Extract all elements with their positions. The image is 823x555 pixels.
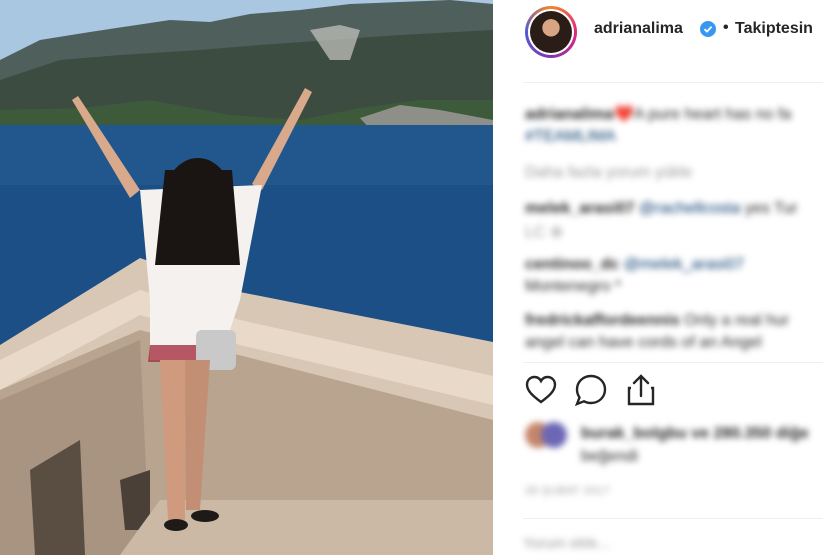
share-upload-icon[interactable]	[623, 372, 659, 408]
header-divider	[523, 82, 823, 83]
action-bar	[523, 372, 823, 416]
follow-separator: •	[723, 19, 729, 36]
likes-count: burak_bolgbu ve 280.350 diğe	[581, 425, 809, 442]
post-date: 28 ŞUBAT 2017	[525, 485, 610, 497]
username-link[interactable]: adrianalima	[594, 20, 683, 38]
comment-bubble-icon[interactable]	[573, 372, 609, 408]
avatar-ring-inner	[528, 9, 574, 55]
post-header: adrianalima • Takiptesin	[493, 0, 823, 68]
add-comment-input[interactable]: Yorum ekle...	[523, 535, 610, 552]
comment-username[interactable]: melek_arasi07	[525, 200, 634, 217]
likes-text-line2: beğendi	[581, 448, 638, 465]
load-more-comments[interactable]: Daha fazla yorum yükle	[525, 164, 692, 182]
caption-hashtag[interactable]: #TEAMLIMA	[525, 128, 616, 146]
footer-divider	[523, 518, 823, 519]
post-sidebar: adrianalima • Takiptesin adrianalima❤️A …	[493, 0, 823, 555]
comment-mention[interactable]: @rachellcosta	[639, 200, 741, 217]
caption: adrianalima❤️A pure heart has no fa	[525, 104, 791, 124]
caption-username[interactable]: adrianalima	[525, 106, 614, 123]
following-button[interactable]: Takiptesin	[735, 20, 813, 38]
post-photo[interactable]	[0, 0, 493, 555]
actions-divider	[523, 362, 823, 363]
caption-text: ❤️A pure heart has no fa	[613, 106, 792, 123]
post-photo-scene	[0, 0, 493, 555]
comment-username[interactable]: centinoo_dc	[525, 256, 619, 273]
heart-icon[interactable]	[523, 372, 559, 408]
comment-1-meta: LC ⊕	[525, 224, 564, 241]
comment-2: centinoo_dc @melek_arasi07	[525, 256, 744, 274]
comment-text: Only a real hur	[679, 312, 790, 329]
comment-username[interactable]: fredrickaffordeennis	[525, 312, 680, 329]
likes-summary[interactable]: burak_bolgbu ve 280.350 diğe beğendi	[523, 420, 823, 470]
comment-2-subline: Montenegro *	[525, 278, 622, 295]
comment-3-subline: angel can have cords of an Angel	[525, 334, 762, 351]
verified-badge-icon	[700, 21, 716, 37]
comment-1: melek_arasi07 @rachellcosta yes Tur	[525, 200, 797, 218]
comment-mention[interactable]: @melek_arasi07	[624, 256, 744, 273]
comment-text: yes Tur	[740, 200, 798, 217]
avatar[interactable]	[525, 6, 577, 58]
liker-avatar	[541, 422, 567, 448]
likes-text: burak_bolgbu ve 280.350 diğe	[581, 425, 809, 443]
comment-3: fredrickaffordeennis Only a real hur	[525, 312, 789, 330]
avatar-photo	[530, 11, 572, 53]
